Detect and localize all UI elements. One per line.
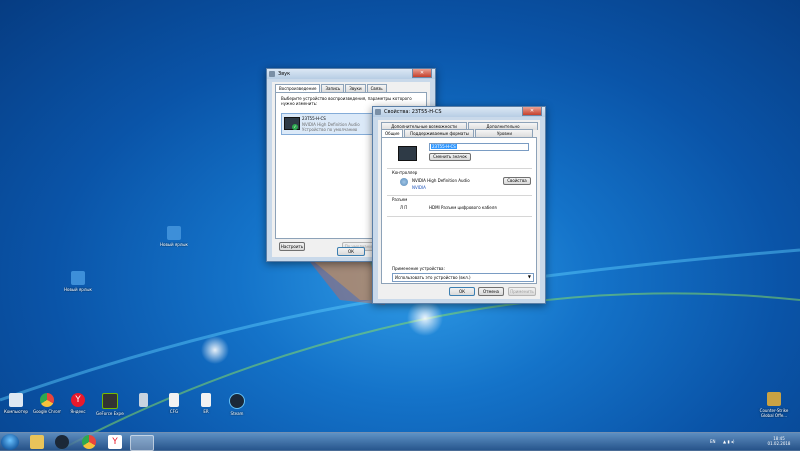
file-icon [201, 393, 211, 407]
desktop-icon-recycle-bin[interactable] [129, 393, 157, 409]
taskbar: Y EN ▲ ▮ ◂) 18:45 01.02.2018 [0, 432, 800, 451]
tab-supported-formats[interactable]: Поддерживаемые форматы [404, 129, 475, 137]
shortcut-label: Новый ярлык [160, 242, 188, 247]
tab-general[interactable]: Общие [381, 129, 404, 137]
speaker-icon [375, 109, 381, 115]
desktop-icon-steam[interactable]: Steam [223, 393, 251, 416]
desktop-icon-geforce[interactable]: GeForce Experience [96, 393, 124, 416]
usage-select[interactable]: Использовать это устройство (вкл.) ▼ [392, 273, 534, 282]
controller-properties-button[interactable]: Свойства [503, 177, 531, 185]
instruction-text: Выберите устройство воспроизведения, пар… [281, 96, 412, 106]
controller-name: NVIDIA High Definition Audio [412, 178, 470, 183]
window-controls: ✕ [522, 107, 542, 116]
clock[interactable]: 18:45 01.02.2018 [765, 436, 793, 446]
controller-heading: Контроллер [392, 170, 418, 175]
language-indicator[interactable]: EN [710, 439, 716, 444]
general-panel: 23T55-H-CS Сменить значок Контроллер NVI… [381, 137, 537, 284]
device-name: 23T55-H-CS [302, 116, 326, 121]
speaker-icon [269, 71, 275, 77]
desktop-icon-computer[interactable]: Компьютер [2, 393, 30, 414]
tab-sounds[interactable]: Звуки [345, 84, 366, 92]
connector-side: Л П [400, 205, 408, 210]
usage-value: Использовать это устройство (вкл.) [395, 275, 471, 280]
tab-levels[interactable]: Уровни [475, 129, 534, 137]
start-button[interactable] [1, 434, 19, 450]
tab-communications[interactable]: Связь [366, 84, 387, 92]
desktop-icon-er[interactable]: ER [192, 393, 220, 414]
steam-taskbar-icon[interactable] [55, 435, 69, 449]
icon-label: Яндекс [70, 409, 86, 414]
connector-description: HDMI Разъем цифрового кабеля [429, 205, 497, 210]
shortcut-icon [71, 271, 85, 285]
title-bar[interactable]: Свойства: 23T55-H-CS ✕ [373, 107, 545, 117]
configure-button[interactable]: Настроить [279, 242, 305, 251]
computer-icon [9, 393, 23, 407]
desktop-icon-yandex[interactable]: Y Яндекс [64, 393, 92, 414]
window-title: Свойства: 23T55-H-CS [384, 109, 442, 115]
chrome-icon [40, 393, 54, 407]
icon-label: CFG [169, 409, 179, 414]
sound-taskbar-button[interactable] [130, 435, 154, 451]
usage-label: Применение устройства: [392, 266, 445, 271]
cancel-button[interactable]: Отмена [478, 287, 504, 296]
divider [387, 195, 532, 196]
icon-label: Counter-Strike Global Offe... [759, 408, 789, 418]
close-button[interactable]: ✕ [412, 69, 432, 78]
ok-button[interactable]: ОК [449, 287, 475, 296]
divider [387, 168, 532, 169]
file-icon [169, 393, 179, 407]
shortcut-icon [167, 226, 181, 240]
change-icon-button[interactable]: Сменить значок [429, 153, 471, 161]
icon-label: Steam [230, 411, 244, 416]
window-title: Звук [278, 71, 291, 77]
geforce-icon [102, 393, 118, 409]
icon-label: ER [203, 409, 209, 414]
apply-button[interactable]: Применить [508, 287, 536, 296]
device-name-value: 23T55-H-CS [431, 144, 457, 149]
icon-label: GeForce Experience [96, 411, 124, 416]
properties-dialog: Свойства: 23T55-H-CS ✕ Дополнительные во… [372, 106, 546, 304]
steam-icon [229, 393, 245, 409]
device-item[interactable]: ✓ 23T55-H-CS NVIDIA High Definition Audi… [281, 113, 381, 135]
monitor-icon [398, 146, 417, 161]
desktop-shortcut-1[interactable]: Новый ярлык [160, 226, 188, 247]
desktop-shortcut-2[interactable]: Новый ярлык [64, 271, 92, 292]
tab-strip: Воспроизведение Запись Звуки Связь [275, 84, 388, 92]
csgo-icon [767, 392, 781, 406]
desktop-icon-cfg[interactable]: CFG [160, 393, 188, 414]
explorer-icon[interactable] [30, 435, 44, 449]
desktop-icon-csgo[interactable]: Counter-Strike Global Offe... [757, 392, 791, 418]
tab-strip-bottom: Общие Поддерживаемые форматы Уровни [381, 129, 534, 137]
connectors-heading: Разъем [392, 197, 408, 202]
check-icon: ✓ [292, 124, 298, 130]
tab-recording[interactable]: Запись [321, 84, 345, 92]
controller-vendor[interactable]: NVIDIA [412, 185, 426, 190]
yandex-icon: Y [71, 393, 85, 407]
tray-icons[interactable]: ▲ ▮ ◂) [723, 439, 734, 444]
yandex-taskbar-icon[interactable]: Y [108, 435, 122, 449]
device-name-field[interactable]: 23T55-H-CS [429, 143, 529, 151]
tab-playback[interactable]: Воспроизведение [275, 84, 321, 92]
dialog-body: Дополнительные возможности Дополнительно… [378, 120, 540, 299]
device-status: Устройство по умолчанию [302, 127, 358, 132]
desktop-icon-chrome[interactable]: Google Chrome [33, 393, 61, 414]
recycle-bin-icon [138, 393, 148, 407]
controller-icon [400, 178, 408, 186]
window-controls: ✕ [412, 69, 432, 78]
chrome-taskbar-icon[interactable] [82, 435, 96, 449]
ok-button[interactable]: ОК [337, 247, 365, 256]
chevron-down-icon: ▼ [527, 274, 531, 279]
divider [387, 216, 532, 217]
shortcut-label: Новый ярлык [64, 287, 92, 292]
icon-label: Google Chrome [33, 409, 61, 414]
icon-label: Компьютер [4, 409, 28, 414]
clock-date: 01.02.2018 [767, 441, 791, 446]
title-bar[interactable]: Звук ✕ [267, 69, 435, 79]
close-button[interactable]: ✕ [522, 107, 542, 116]
